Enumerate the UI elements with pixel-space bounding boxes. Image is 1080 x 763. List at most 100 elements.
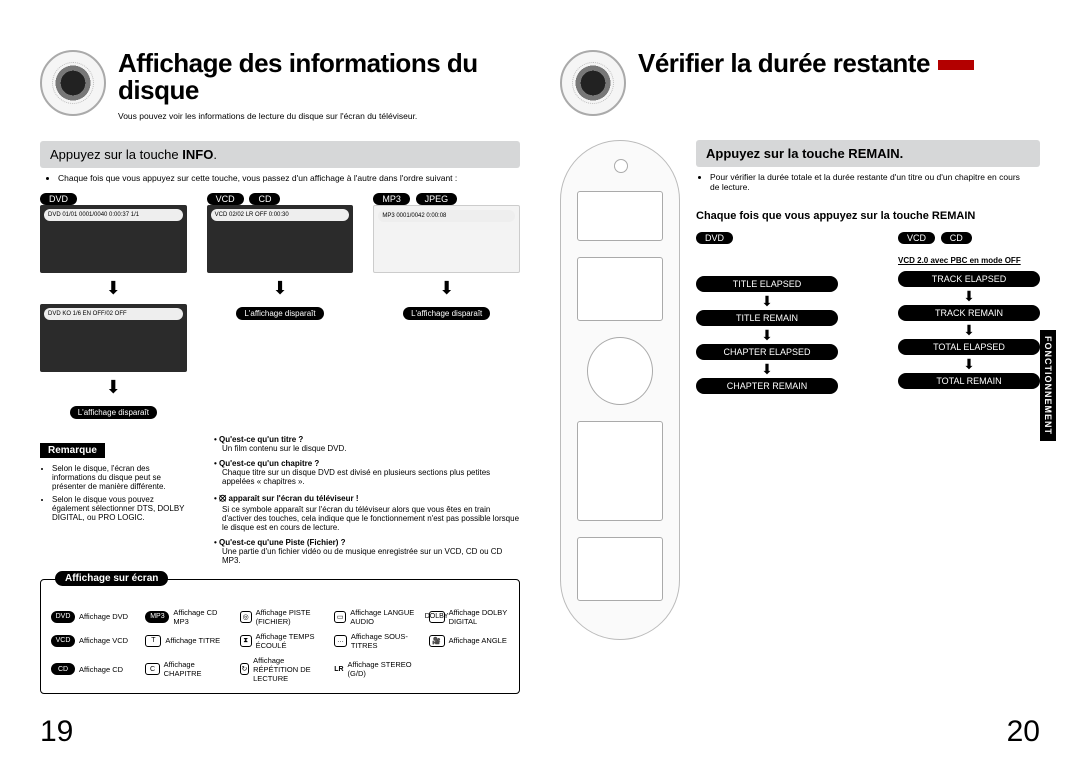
legend-item: DOLBY Affichage DOLBY DIGITAL	[429, 608, 509, 626]
legend-title: Affichage sur écran	[55, 571, 168, 586]
legend-text: Affichage TITRE	[165, 636, 220, 645]
legend-text: Affichage CD	[79, 665, 123, 674]
legend-text: Affichage PISTE (FICHIER)	[256, 608, 321, 626]
qa-list: Qu'est-ce qu'un titre ? Un film contenu …	[214, 435, 520, 565]
shot-mp3-jpeg: MP3 JPEG MP3 0001/0042 0:00:08 ⬇ L'affic…	[373, 193, 520, 419]
tv-osd-4: DVD KO 1/6 EN OFF/02 OFF	[40, 304, 187, 372]
red-bar-icon	[938, 60, 974, 70]
caption-1: L'affichage disparaît	[70, 406, 157, 419]
remarque-list: Selon le disque, l'écran des information…	[40, 464, 190, 522]
legend-item: …Affichage SOUS-TITRES	[334, 632, 414, 650]
qa-a4: Une partie d'un fichier vidéo ou de musi…	[222, 547, 520, 565]
pill-mp3: MP3	[373, 193, 410, 205]
left-heading: Affichage des informations du disque Vou…	[40, 50, 520, 121]
legend-item: CAffichage CHAPITRE	[145, 660, 225, 678]
remain-sequence-head: Chaque fois que vous appuyez sur la touc…	[696, 210, 1040, 222]
legend-item: MP3 Affichage CD MP3	[145, 608, 225, 626]
remain-bar: Appuyez sur la touche REMAIN.	[696, 140, 1040, 167]
arrow-down-icon: ⬇	[373, 278, 520, 299]
info-bar-sub: Chaque fois que vous appuyez sur cette t…	[50, 173, 520, 183]
legend-icon: LR	[334, 663, 343, 675]
legend-text: Affichage DOLBY DIGITAL	[449, 608, 509, 626]
caption-3: L'affichage disparaît	[403, 307, 490, 320]
arrow-down-icon: ⬇	[696, 330, 838, 340]
remarque-label: Remarque	[40, 443, 105, 458]
legend-icon: ⧗	[240, 635, 252, 647]
arrow-down-icon: ⬇	[898, 291, 1040, 301]
legend-icon: …	[334, 635, 347, 647]
info-bar-text: Appuyez sur la touche	[50, 147, 182, 162]
left-intro: Vous pouvez voir les informations de lec…	[118, 111, 520, 121]
osd-line-3: MP3 0001/0042 0:00:08	[378, 210, 515, 222]
legend-item: VCDAffichage VCD	[51, 635, 131, 647]
pill-vcd: VCD	[207, 193, 244, 205]
step: TRACK ELAPSED	[898, 271, 1040, 287]
disc-icon	[560, 50, 626, 116]
remote-control-illustration	[560, 140, 680, 640]
step: CHAPTER REMAIN	[696, 378, 838, 394]
qa-q4: Qu'est-ce qu'une Piste (Fichier) ?	[214, 538, 520, 547]
pill-cd: CD	[249, 193, 280, 205]
seq-dvd: DVD TITLE ELAPSED ⬇ TITLE REMAIN ⬇ CHAPT…	[696, 232, 838, 398]
pill-cd2: CD	[941, 232, 972, 244]
legend-item: DVD Affichage DVD	[51, 611, 131, 623]
qa-q3: ⦻ apparaît sur l'écran du téléviseur !	[214, 492, 520, 505]
qa-a1: Un film contenu sur le disque DVD.	[222, 444, 520, 453]
right-heading: Vérifier la durée restante	[560, 50, 1040, 116]
remain-bar-sub: Pour vérifier la durée totale et la duré…	[710, 172, 1030, 192]
legend-icon: 🎥	[429, 635, 445, 647]
arrow-down-icon: ⬇	[898, 359, 1040, 369]
page-number-right: 20	[1007, 715, 1040, 749]
legend-icon: ◎	[240, 611, 252, 623]
qa-a2: Chaque titre sur un disque DVD est divis…	[222, 468, 520, 486]
tv-osd-1: DVD 01/01 0001/0040 0:00:37 1/1	[40, 205, 187, 273]
vcd-pbc-note: VCD 2.0 avec PBC en mode OFF	[898, 256, 1040, 265]
legend-icon: T	[145, 635, 161, 647]
shot-dvd: DVD DVD 01/01 0001/0040 0:00:37 1/1 ⬇ DV…	[40, 193, 187, 419]
legend-item: LRAffichage STEREO (G/D)	[334, 660, 414, 678]
legend-item: CD Affichage CD	[51, 663, 131, 675]
pill-dvd: DVD	[40, 193, 77, 205]
legend-text: Affichage ANGLE	[449, 636, 507, 645]
arrow-down-icon: ⬇	[898, 325, 1040, 335]
qa-q2: Qu'est-ce qu'un chapitre ?	[214, 459, 520, 468]
legend-text: Affichage CD MP3	[173, 608, 225, 626]
osd-line-2: VCD 02/02 LR OFF 0:00:30	[211, 209, 350, 221]
legend-text: Affichage DVD	[79, 612, 128, 621]
legend-box: Affichage sur écran DVDAffichage DVD MP3…	[40, 579, 520, 694]
osd-line-4: DVD KO 1/6 EN OFF/02 OFF	[44, 308, 183, 320]
arrow-down-icon: ⬇	[207, 278, 354, 299]
legend-text: Affichage TEMPS ÉCOULÉ	[256, 632, 321, 650]
legend-icon: DOLBY	[429, 611, 445, 623]
page-number-left: 19	[40, 715, 73, 749]
tv-osd-3: MP3 0001/0042 0:00:08	[373, 205, 520, 273]
sequence-columns: DVD TITLE ELAPSED ⬇ TITLE REMAIN ⬇ CHAPT…	[696, 232, 1040, 398]
remarque-1: Selon le disque, l'écran des information…	[52, 464, 190, 491]
right-title: Vérifier la durée restante	[638, 50, 974, 77]
arrow-down-icon: ⬇	[696, 296, 838, 306]
arrow-down-icon: ⬇	[40, 377, 187, 398]
qa-q1: Qu'est-ce qu'un titre ?	[214, 435, 520, 444]
pill-vcd2: VCD	[898, 232, 935, 244]
legend-icon: ↻	[240, 663, 249, 675]
legend-text: Affichage VCD	[79, 636, 128, 645]
page-right: Vérifier la durée restante Appuyez sur l…	[560, 50, 1040, 700]
seq-vcd-cd: VCD CD VCD 2.0 avec PBC en mode OFF TRAC…	[898, 232, 1040, 398]
info-bar-sub-li: Chaque fois que vous appuyez sur cette t…	[58, 173, 520, 183]
left-title: Affichage des informations du disque	[118, 50, 520, 105]
step: TRACK REMAIN	[898, 305, 1040, 321]
legend-item: 🎥 Affichage ANGLE	[429, 635, 509, 647]
legend-item: ▭Affichage LANGUE AUDIO	[334, 608, 414, 626]
arrow-down-icon: ⬇	[696, 364, 838, 374]
info-bar: Appuyez sur la touche INFO.	[40, 141, 520, 168]
legend-icon: MP3	[145, 611, 169, 623]
page-left: Affichage des informations du disque Vou…	[40, 50, 520, 700]
osd-line-1: DVD 01/01 0001/0040 0:00:37 1/1	[44, 209, 183, 221]
legend-icon: DVD	[51, 611, 75, 623]
caption-2: L'affichage disparaît	[236, 307, 323, 320]
info-bar-bold: INFO	[182, 147, 213, 162]
legend-item: ◎ Affichage PISTE (FICHIER)	[240, 608, 320, 626]
tv-osd-2: VCD 02/02 LR OFF 0:00:30	[207, 205, 354, 273]
legend-item: ⧗ Affichage TEMPS ÉCOULÉ	[240, 632, 320, 650]
legend-icon: CD	[51, 663, 75, 675]
